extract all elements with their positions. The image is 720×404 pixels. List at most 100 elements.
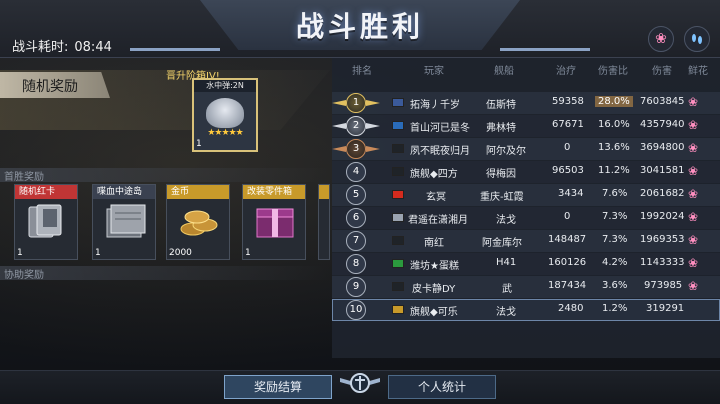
table-row[interactable]: 9 皮卡静DY 武 187434 3.6% 973985 ❀ (332, 276, 720, 298)
personal-stats-tab[interactable]: 个人统计 (388, 375, 496, 399)
table-row[interactable]: 8 潍坊★蛋糕 H41 160126 4.2% 1143333 ❀ (332, 253, 720, 275)
ship-name: 阿尔及尔 (486, 146, 526, 157)
player-name: 潍坊★蛋糕 (410, 261, 459, 272)
battle-time-label: 战斗耗时: (12, 40, 69, 55)
rose-icon[interactable]: ❀ (688, 210, 698, 224)
wing-right-icon (366, 146, 380, 152)
star-rating: ★★★★★ (207, 128, 243, 138)
reward-item-parts-box[interactable]: 改装零件箱 1 (242, 184, 306, 260)
damage-value: 7603845 (640, 96, 685, 107)
ship-name: 得梅因 (486, 169, 516, 180)
heal-value: 160126 (548, 257, 587, 268)
table-row-self[interactable]: 10 旗舰◆可乐 法戈 2480 1.2% 319291 (332, 299, 720, 321)
ship-name: 重庆-虹霞 (480, 192, 524, 203)
table-row[interactable]: 1 拓海丿千岁 伍斯特 59358 28.0% 7603845 ❀ (332, 92, 720, 114)
rank-badge: 1 (346, 93, 366, 113)
rose-icon[interactable]: ❀ (688, 279, 698, 293)
title-line-left (130, 48, 220, 51)
heal-value: 187434 (548, 280, 587, 291)
table-row[interactable]: 7 南红 阿金库尔 148487 7.3% 1969353 ❀ (332, 230, 720, 252)
rank-badge: 3 (346, 139, 366, 159)
heal-value: 148487 (548, 234, 587, 245)
damage-value: 319291 (646, 303, 685, 314)
footprints-svg (692, 34, 702, 44)
reward-item-label: 喋血中途岛 (93, 185, 155, 199)
ship-name: H41 (496, 257, 517, 268)
footprints-icon[interactable] (684, 26, 710, 52)
table-row[interactable]: 5 玄冥 重庆-虹霞 3434 7.6% 2061682 ❀ (332, 184, 720, 206)
page-title: 战斗胜利 (295, 10, 424, 43)
heal-value: 67671 (552, 119, 584, 130)
promotion-card-name: 水中弹:2N (194, 80, 256, 92)
title-plate: 战斗胜利 (200, 0, 520, 50)
reward-item-label-partial (319, 185, 329, 199)
header-damage-ratio: 伤害比 (598, 66, 628, 77)
rose-icon[interactable]: ❀ (688, 95, 698, 109)
rose-icon[interactable]: ❀ (688, 187, 698, 201)
player-name: 首山河已是冬 (410, 123, 470, 134)
player-flag-icon (392, 98, 404, 107)
promotion-card[interactable]: 水中弹:2N ★★★★★ 1 (192, 78, 258, 152)
player-flag-icon (392, 144, 404, 153)
card-stack-icon (28, 204, 62, 238)
damage-ratio: 4.2% (602, 257, 628, 268)
heal-value: 59358 (552, 96, 584, 107)
ship-portrait (206, 98, 244, 128)
ship-name: 法戈 (496, 307, 516, 318)
card-stack-icon (106, 204, 146, 238)
rank-badge: 10 (346, 300, 366, 320)
reward-settlement-tab[interactable]: 奖励结算 (224, 375, 332, 399)
rose-icon[interactable]: ❀ (688, 141, 698, 155)
header-ship: 舰船 (494, 66, 514, 77)
ship-name: 弗林特 (486, 123, 516, 134)
reward-item-label: 改装零件箱 (243, 185, 305, 199)
battle-time-value: 08:44 (74, 40, 112, 55)
reward-item-midway-card[interactable]: 喋血中途岛 1 (92, 184, 156, 260)
flower-icon[interactable]: ❀ (648, 26, 674, 52)
wing-left-icon (332, 146, 346, 152)
reward-item-label: 金币 (167, 185, 229, 199)
promotion-card-count: 1 (196, 139, 202, 149)
damage-value: 3041581 (640, 165, 685, 176)
damage-ratio: 13.6% (598, 142, 630, 153)
reward-item-gold-coins[interactable]: 金币 2000 (166, 184, 230, 260)
damage-value: 1143333 (640, 257, 685, 268)
table-row[interactable]: 3 夙不眠夜归月 阿尔及尔 0 13.6% 3694800 ❀ (332, 138, 720, 160)
damage-ratio: 28.0% (595, 96, 633, 107)
header-bar: 战斗胜利 战斗耗时: 08:44 ❀ (0, 0, 720, 58)
wing-left-icon (332, 100, 346, 106)
wing-right-icon (366, 123, 380, 129)
rose-icon[interactable]: ❀ (688, 164, 698, 178)
rank-badge: 4 (346, 162, 366, 182)
assist-reward-label: 协助奖励 (0, 266, 330, 281)
title-line-right (500, 48, 590, 51)
player-flag-icon (392, 282, 404, 291)
rose-icon[interactable]: ❀ (688, 256, 698, 270)
damage-ratio: 7.3% (602, 211, 628, 222)
table-row[interactable]: 6 君遥在潇湘月 法戈 0 7.3% 1992024 ❀ (332, 207, 720, 229)
player-name: 君遥在潇湘月 (408, 215, 468, 226)
player-flag-icon (392, 190, 404, 199)
header-heal: 治疗 (556, 66, 576, 77)
reward-item-count: 2000 (169, 248, 192, 258)
damage-value: 1992024 (640, 211, 685, 222)
reward-item-count: 1 (95, 248, 101, 258)
player-name: 皮卡静DY (412, 284, 456, 295)
table-row[interactable]: 2 首山河已是冬 弗林特 67671 16.0% 4357940 ❀ (332, 115, 720, 137)
wing-left-icon (332, 123, 346, 129)
player-flag-icon (392, 236, 404, 245)
rank-badge: 2 (346, 116, 366, 136)
heal-value: 0 (564, 211, 571, 222)
table-row[interactable]: 4 旗舰◆四方 得梅因 96503 11.2% 3041581 ❀ (332, 161, 720, 183)
reward-item-red-card[interactable]: 随机红卡 1 (14, 184, 78, 260)
player-name: 拓海丿千岁 (410, 100, 460, 111)
damage-value: 973985 (644, 280, 683, 291)
rose-icon[interactable]: ❀ (688, 233, 698, 247)
player-name: 南红 (424, 238, 444, 249)
player-name: 旗舰◆可乐 (410, 307, 458, 318)
rose-icon[interactable]: ❀ (688, 118, 698, 132)
damage-value: 2061682 (640, 188, 685, 199)
ship-name: 武 (502, 284, 512, 295)
reward-item-count: 1 (17, 248, 23, 258)
damage-value: 1969353 (640, 234, 685, 245)
